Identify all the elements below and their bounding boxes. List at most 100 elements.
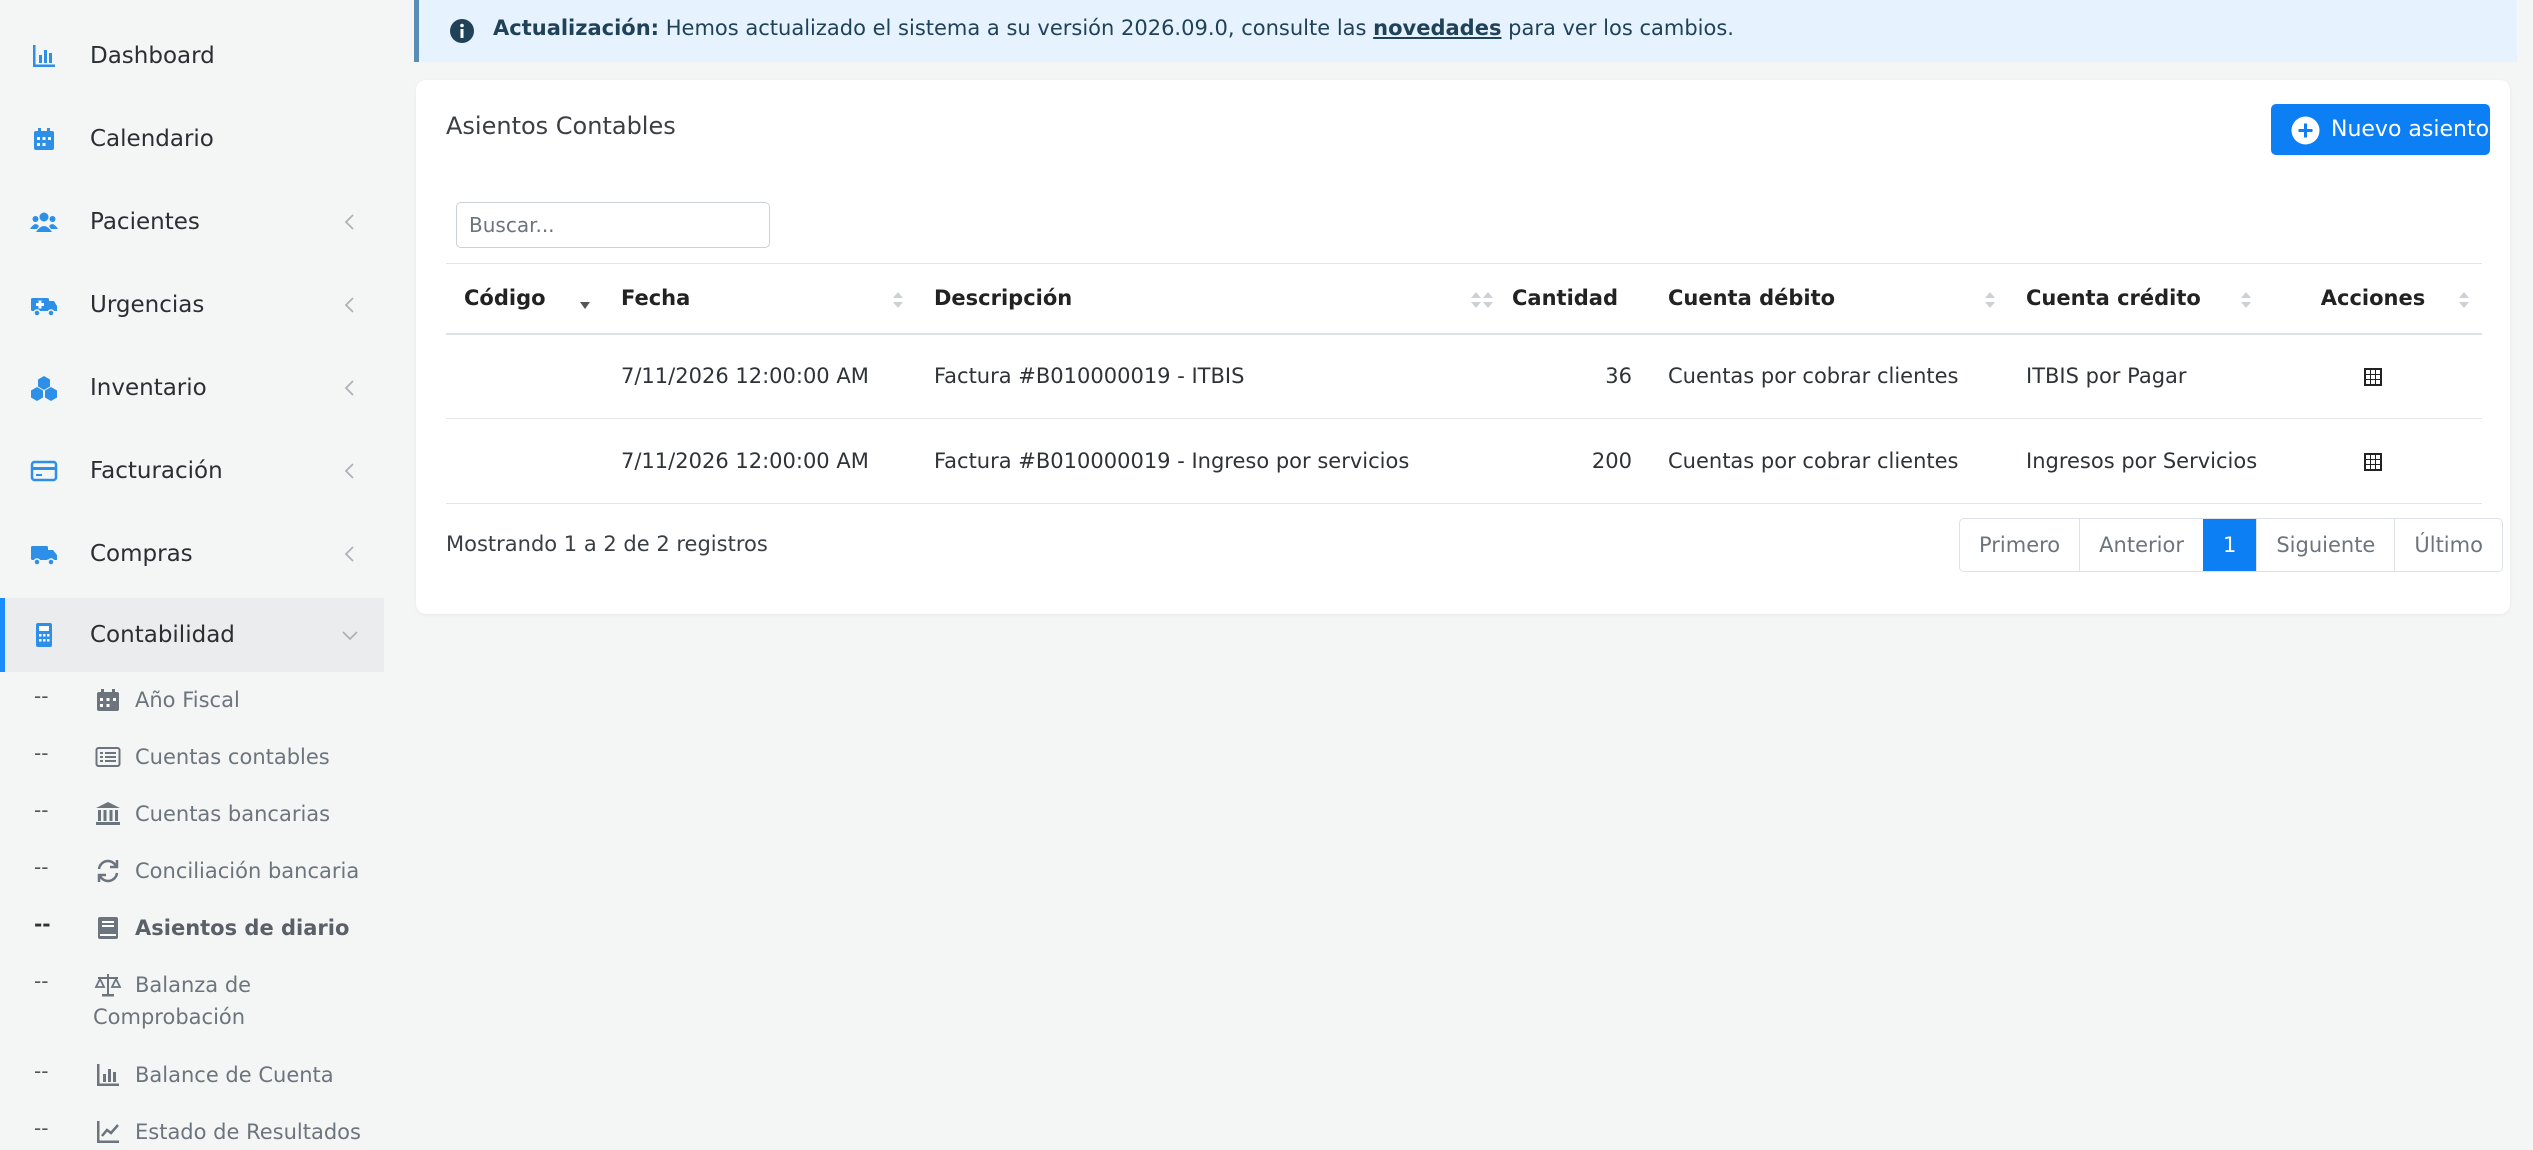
sidebar-item-contabilidad[interactable]: Contabilidad — [0, 598, 384, 672]
sidebar-item-dashboard[interactable]: Dashboard — [0, 19, 384, 93]
column-header-codigo[interactable]: Código — [446, 263, 603, 335]
alert-strong: Actualización: — [493, 16, 660, 40]
scale-icon — [94, 971, 122, 999]
sidebar-subitem-label: Año Fiscal — [135, 688, 240, 712]
sort-icon — [2241, 292, 2251, 308]
book-icon — [94, 914, 122, 942]
submenu-dash: -- — [34, 969, 49, 993]
chevron-left-icon — [344, 380, 354, 396]
submenu-dash: -- — [34, 684, 49, 708]
sort-icon — [1471, 292, 1481, 308]
sync-icon — [94, 857, 122, 885]
table-row: 7/11/2026 12:00:00 AM Factura #B01000001… — [446, 333, 2482, 419]
column-header-descripcion[interactable]: Descripción — [916, 263, 1494, 335]
sidebar-item-compras[interactable]: Compras — [0, 517, 384, 591]
truck-icon — [28, 538, 60, 570]
sidebar-item-label: Facturación — [90, 458, 223, 484]
ambulance-icon — [28, 289, 60, 321]
chart-bar-icon — [28, 40, 60, 72]
table-menu-icon[interactable] — [2362, 451, 2384, 473]
nuevo-asiento-button[interactable]: Nuevo asiento — [2271, 104, 2490, 155]
cell-codigo — [446, 333, 603, 419]
cell-fecha: 7/11/2026 12:00:00 AM — [603, 418, 916, 504]
list-icon — [94, 743, 122, 771]
sidebar-subitem-label-line2: Comprobación — [93, 1005, 246, 1029]
column-header-fecha[interactable]: Fecha — [603, 263, 916, 335]
cell-cuenta-debito: Cuentas por cobrar clientes — [1650, 418, 2008, 504]
sort-icon — [1985, 292, 1995, 308]
submenu-dash: -- — [34, 855, 49, 879]
sidebar-item-calendario[interactable]: Calendario — [0, 102, 384, 176]
sort-icon — [1483, 292, 1493, 308]
submenu-dash: -- — [34, 912, 51, 936]
sort-desc-icon — [580, 302, 590, 309]
sidebar-subitem-label: Conciliación bancaria — [135, 859, 360, 883]
sidebar-item-urgencias[interactable]: Urgencias — [0, 268, 384, 342]
cell-cantidad: 200 — [1494, 418, 1650, 504]
info-icon — [450, 19, 474, 43]
update-alert: Actualización: Hemos actualizado el sist… — [414, 0, 2517, 62]
cell-cuenta-credito: Ingresos por Servicios — [2008, 418, 2264, 504]
table-row: 7/11/2026 12:00:00 AM Factura #B01000001… — [446, 418, 2482, 504]
users-icon — [28, 206, 60, 238]
sidebar-item-label: Urgencias — [90, 292, 205, 318]
sidebar-item-label: Contabilidad — [90, 622, 235, 648]
sidebar-item-inventario[interactable]: Inventario — [0, 351, 384, 425]
bank-icon — [94, 800, 122, 828]
chevron-left-icon — [344, 214, 354, 230]
submenu-dash: -- — [34, 1116, 49, 1140]
header-label: Fecha — [621, 286, 691, 311]
table-info: Mostrando 1 a 2 de 2 registros — [446, 532, 768, 556]
header-label: Cuenta crédito — [2026, 286, 2201, 311]
plus-circle-icon — [2291, 116, 2320, 145]
search-input[interactable] — [456, 202, 770, 248]
sidebar-subitem-label: Asientos de diario — [135, 916, 350, 940]
sidebar-item-label: Inventario — [90, 375, 207, 401]
nuevo-asiento-label: Nuevo asiento — [2331, 117, 2490, 142]
cell-fecha: 7/11/2026 12:00:00 AM — [603, 333, 916, 419]
chevron-left-icon — [344, 463, 354, 479]
column-header-cuenta-debito[interactable]: Cuenta débito — [1650, 263, 2008, 335]
column-header-cuenta-credito[interactable]: Cuenta crédito — [2008, 263, 2264, 335]
sidebar-subitem-label: Balance de Cuenta — [135, 1063, 334, 1087]
sidebar: Dashboard Calendario Pacientes Urgencias… — [0, 0, 384, 1144]
asientos-card: Asientos Contables Nuevo asiento Código … — [416, 80, 2510, 614]
calendar-icon — [28, 123, 60, 155]
page-current-button[interactable]: 1 — [2202, 519, 2257, 571]
sidebar-item-pacientes[interactable]: Pacientes — [0, 185, 384, 259]
submenu-dash: -- — [34, 741, 49, 765]
header-label: Cantidad — [1512, 286, 1619, 311]
sidebar-item-label: Dashboard — [90, 43, 215, 69]
novedades-link[interactable]: novedades — [1373, 16, 1501, 40]
page-first-button[interactable]: Primero — [1960, 519, 2079, 571]
submenu-dash: -- — [34, 798, 49, 822]
sidebar-subitem-label: Estado de Resultados — [135, 1120, 361, 1144]
sort-icon — [893, 292, 903, 308]
header-label: Cuenta débito — [1668, 286, 1836, 311]
chevron-left-icon — [344, 546, 354, 562]
cell-acciones — [2264, 333, 2482, 419]
pagination: Primero Anterior 1 Siguiente Último — [1959, 518, 2503, 572]
page-next-button[interactable]: Siguiente — [2256, 519, 2394, 571]
table-menu-icon[interactable] — [2362, 366, 2384, 388]
page-title: Asientos Contables — [446, 112, 676, 140]
header-label: Descripción — [934, 286, 1073, 311]
table-header-row: Código Fecha Descripción Cantidad Cuenta… — [446, 263, 2482, 335]
sidebar-item-facturacion[interactable]: Facturación — [0, 434, 384, 508]
calculator-icon — [28, 619, 60, 651]
chevron-down-icon — [342, 631, 358, 641]
column-header-cantidad[interactable]: Cantidad — [1483, 263, 1650, 335]
alert-text: Actualización: Hemos actualizado el sist… — [493, 16, 1734, 40]
cell-cuenta-debito: Cuentas por cobrar clientes — [1650, 333, 2008, 419]
chart-bar-icon — [94, 1061, 122, 1089]
page-prev-button[interactable]: Anterior — [2079, 519, 2203, 571]
sidebar-subitem-label: Cuentas bancarias — [135, 802, 331, 826]
header-label: Código — [464, 286, 546, 311]
boxes-icon — [28, 372, 60, 404]
column-header-acciones[interactable]: Acciones — [2264, 263, 2482, 335]
cell-descripcion: Factura #B010000019 - Ingreso por servic… — [916, 418, 1494, 504]
submenu-dash: -- — [34, 1059, 49, 1083]
cell-codigo — [446, 418, 603, 504]
credit-card-icon — [28, 455, 60, 487]
page-last-button[interactable]: Último — [2394, 519, 2502, 571]
